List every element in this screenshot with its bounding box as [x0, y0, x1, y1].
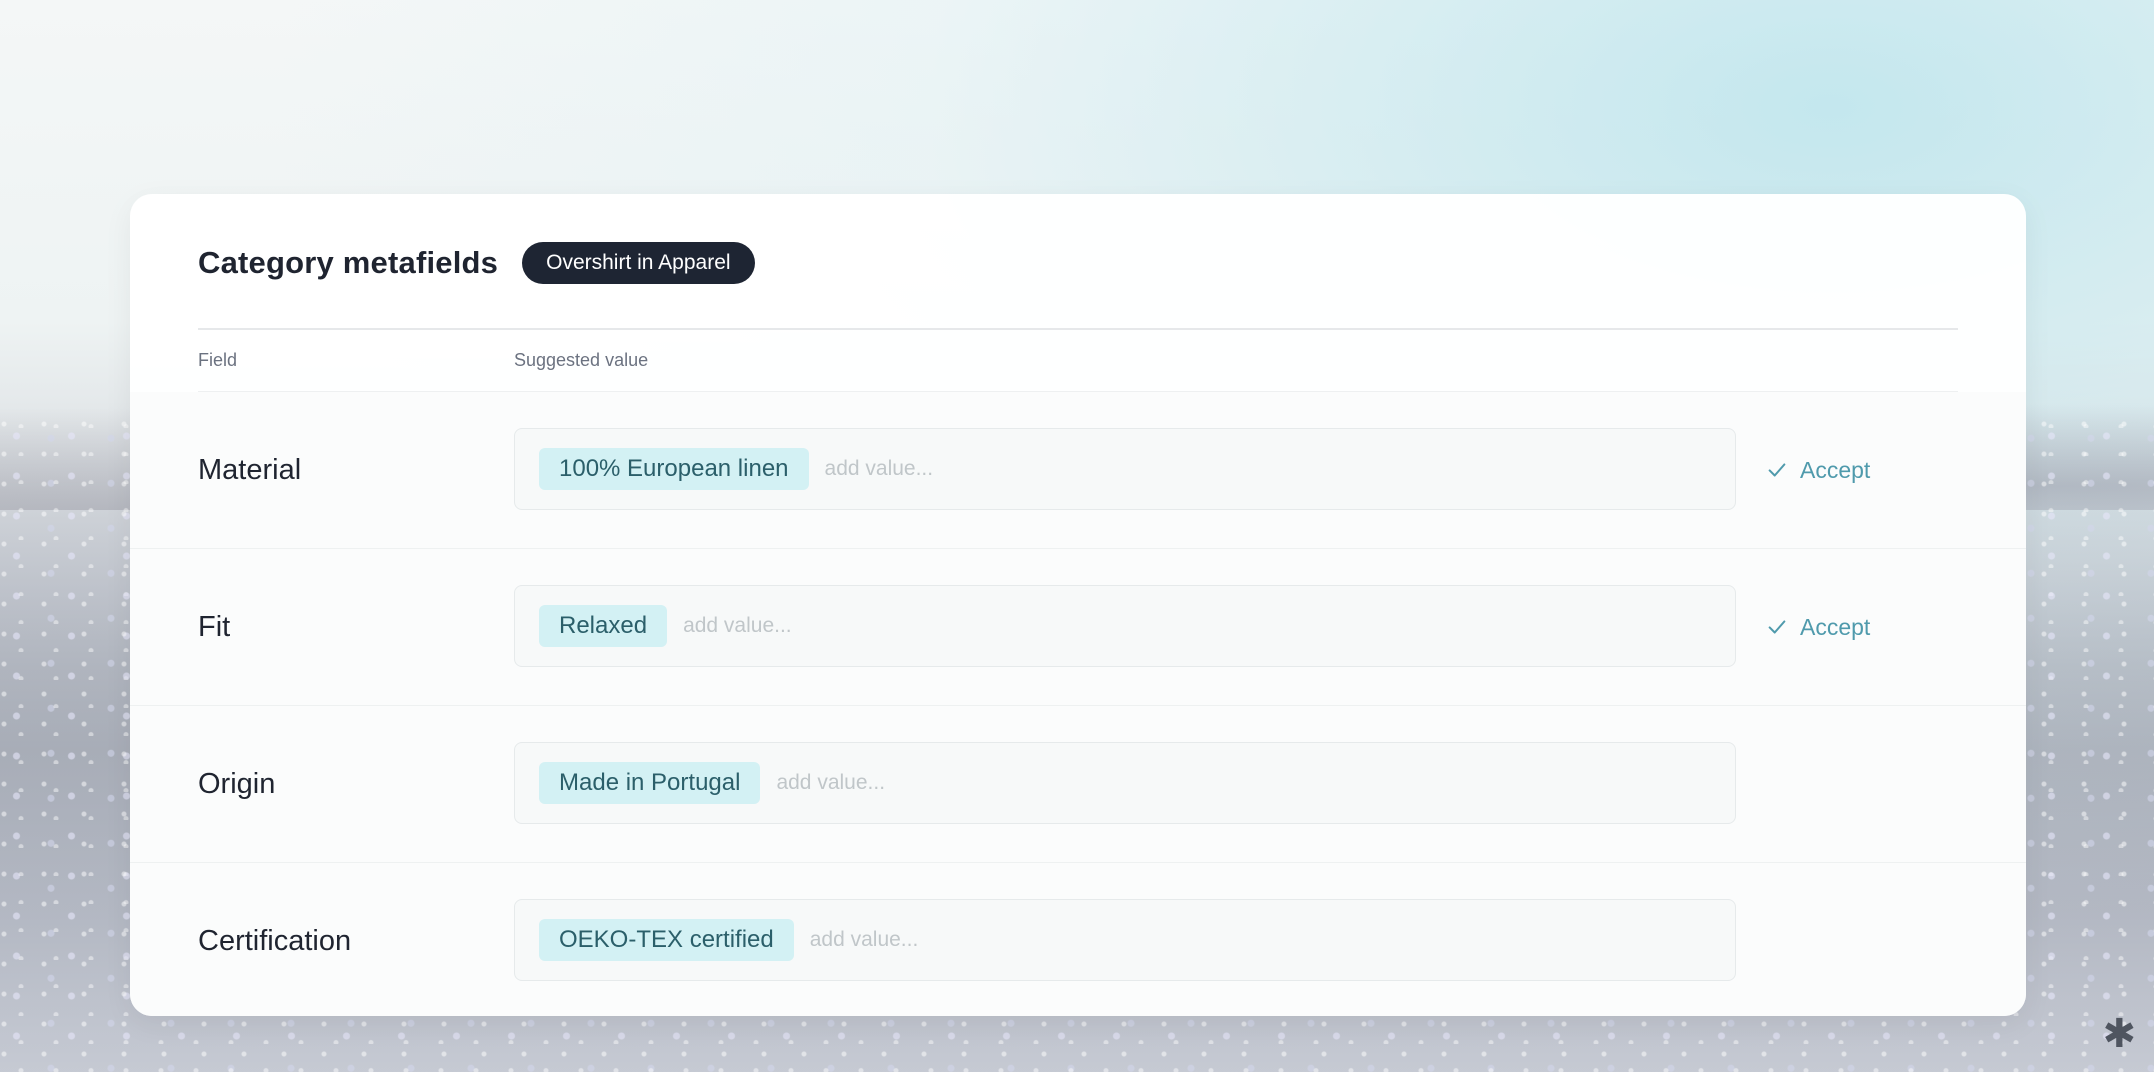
add-value-input-material[interactable]	[822, 448, 1427, 490]
accept-button-fit[interactable]: Accept	[1766, 549, 1870, 705]
value-chip-fit[interactable]: Relaxed	[539, 605, 668, 647]
value-box-certification[interactable]: OEKO-TEX certified	[514, 899, 1736, 981]
metafields-card: Category metafields Overshirt in Apparel…	[130, 194, 2026, 1016]
value-chip-material[interactable]: 100% European linen	[539, 448, 809, 490]
column-header-field: Field	[198, 350, 238, 370]
accept-button-material[interactable]: Accept	[1766, 392, 1870, 548]
accept-label: Accept	[1800, 456, 1871, 483]
field-label-origin: Origin	[198, 767, 276, 800]
column-header-suggested-value: Suggested value	[514, 350, 649, 370]
field-label-certification: Certification	[198, 924, 352, 957]
metafield-row-material: Material 100% European linen Accept	[130, 392, 2026, 549]
page-title: Category metafields	[198, 245, 499, 280]
asterisk-icon: ✱	[2102, 1011, 2136, 1057]
value-box-material[interactable]: 100% European linen	[514, 428, 1736, 510]
check-icon	[1768, 620, 1786, 634]
field-label-material: Material	[198, 453, 302, 486]
add-value-input-certification[interactable]	[807, 919, 1412, 961]
check-icon	[1768, 463, 1786, 477]
metafield-rows: Material 100% European linen Accept Fit …	[130, 392, 2026, 1016]
metafield-row-origin: Origin Made in Portugal	[130, 706, 2026, 863]
add-value-input-origin[interactable]	[774, 762, 1379, 804]
value-box-fit[interactable]: Relaxed	[514, 585, 1736, 667]
metafield-row-certification: Certification OEKO-TEX certified	[130, 863, 2026, 1016]
field-label-fit: Fit	[198, 610, 231, 643]
value-chip-origin[interactable]: Made in Portugal	[539, 762, 761, 804]
value-box-origin[interactable]: Made in Portugal	[514, 742, 1736, 824]
accept-label: Accept	[1800, 613, 1871, 640]
card-header: Category metafields Overshirt in Apparel	[198, 242, 755, 284]
add-value-input-fit[interactable]	[681, 605, 1286, 647]
value-chip-certification[interactable]: OEKO-TEX certified	[539, 919, 794, 961]
category-badge: Overshirt in Apparel	[522, 242, 755, 284]
metafield-row-fit: Fit Relaxed Accept	[130, 549, 2026, 706]
header-divider	[198, 328, 1958, 330]
column-headers: Field Suggested value	[198, 350, 1958, 378]
